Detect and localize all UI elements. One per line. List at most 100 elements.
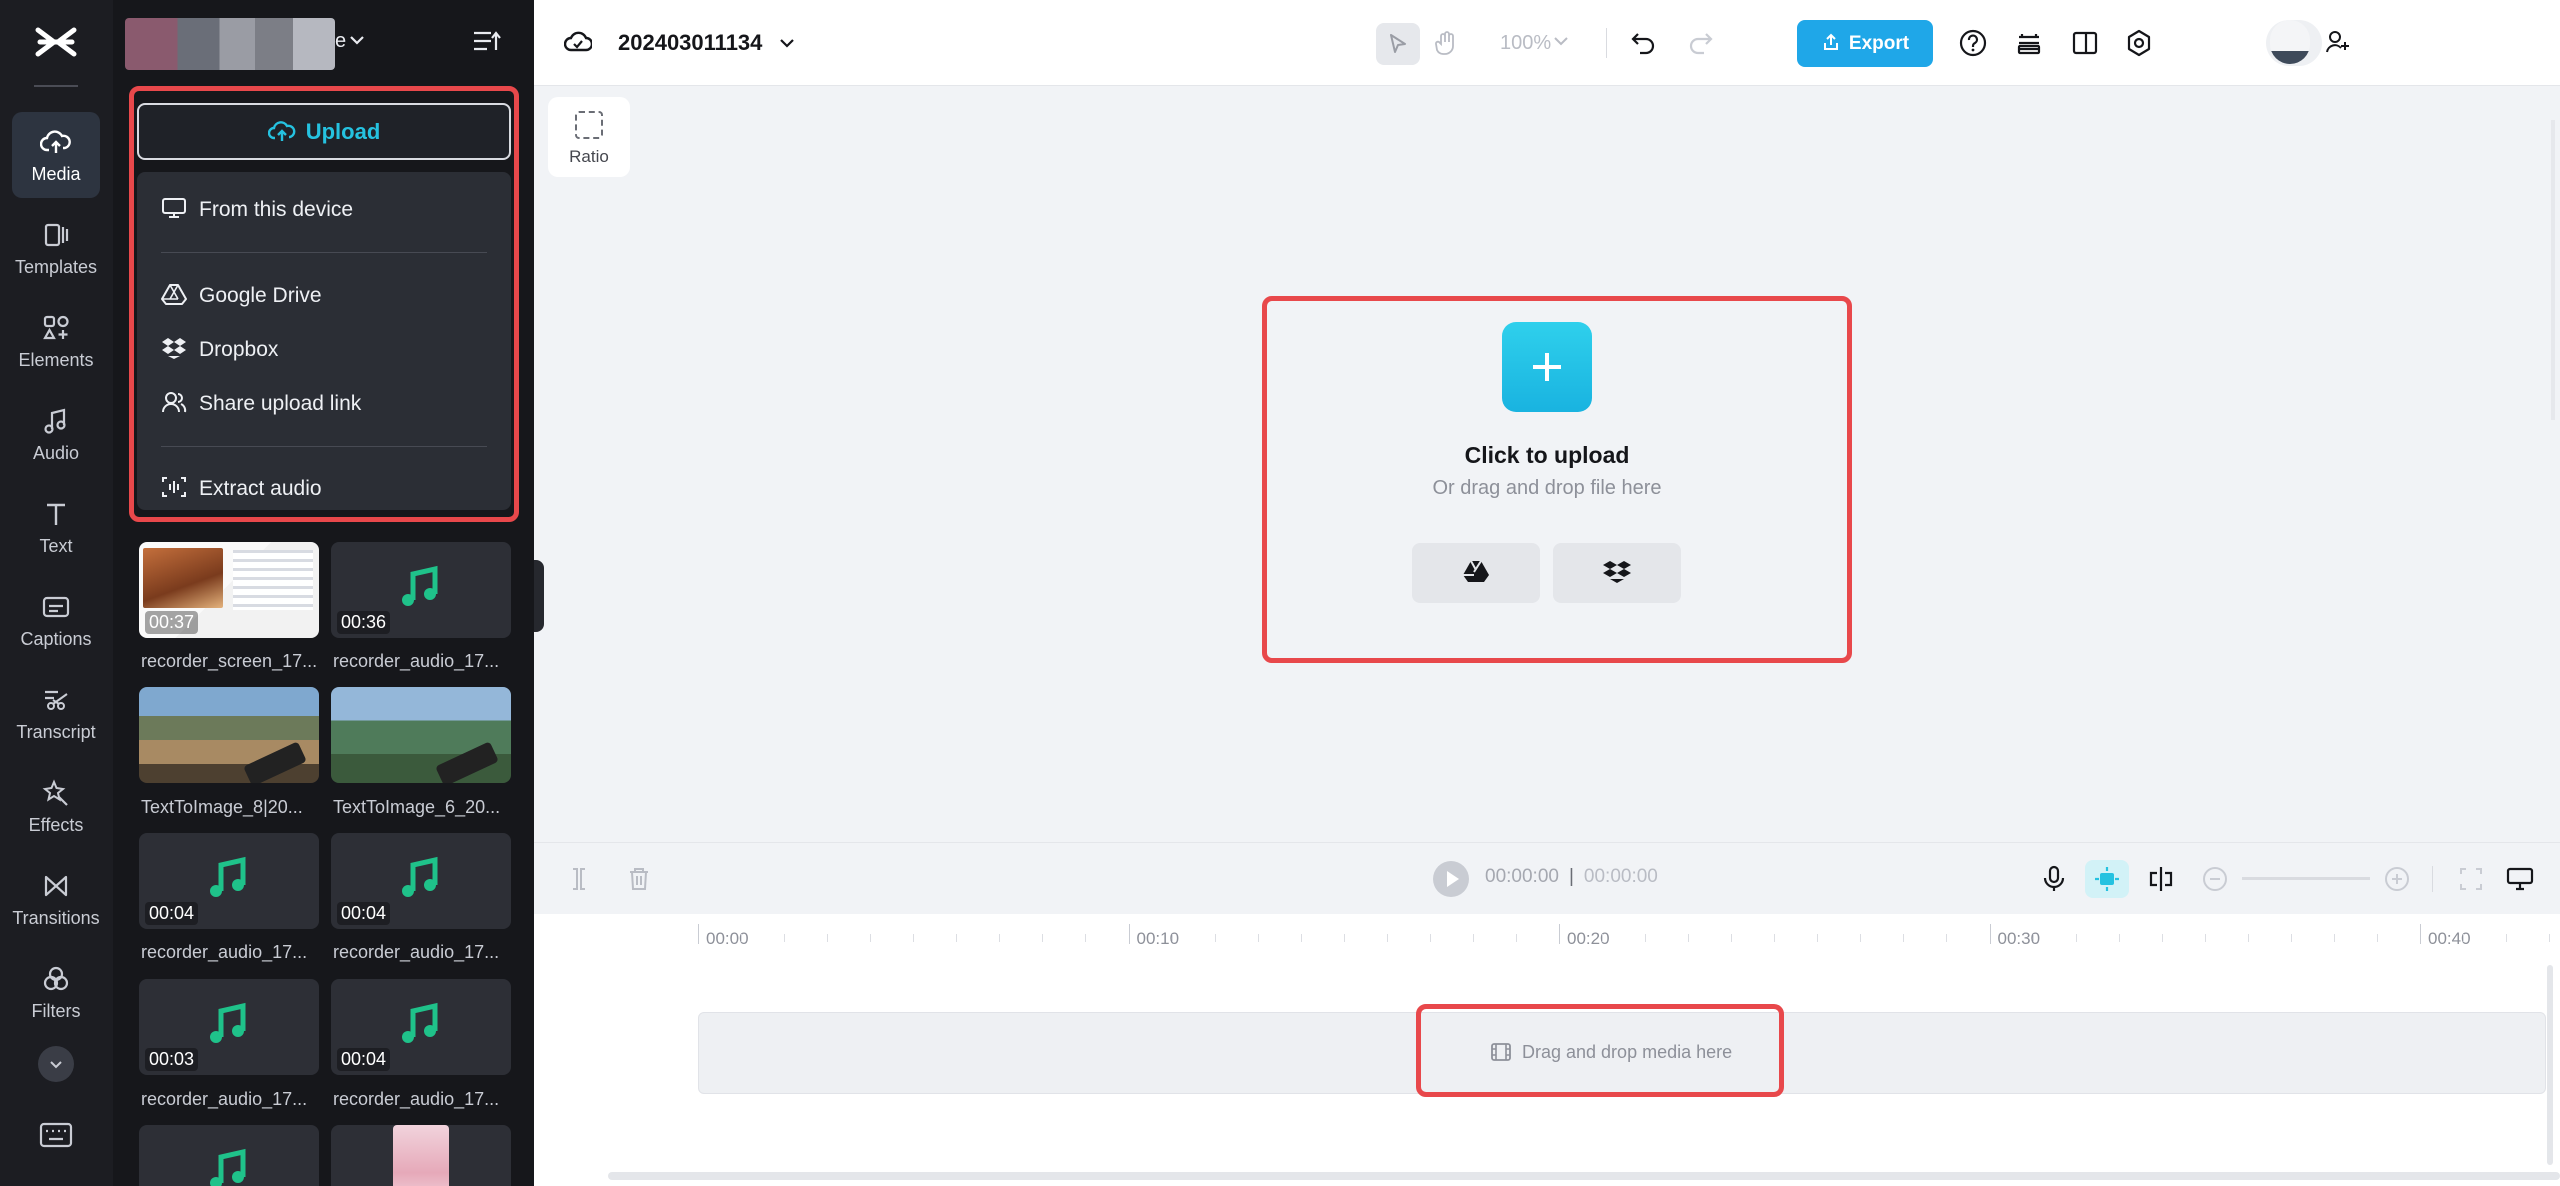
canvas-scrollbar[interactable] [2551, 120, 2555, 420]
playback-time: 00:00:00 | 00:00:00 [1485, 866, 1658, 888]
extract-audio-icon [162, 477, 186, 498]
magnet-snap-button[interactable] [2085, 860, 2129, 898]
sort-list-icon[interactable] [471, 28, 501, 54]
thumbnail-image [233, 550, 313, 610]
screen-present-icon[interactable] [2505, 864, 2535, 894]
music-note-icon [210, 1002, 246, 1043]
transcript-icon [45, 690, 68, 710]
upload-button[interactable]: Upload [137, 103, 511, 160]
magnet-icon [2095, 867, 2119, 891]
select-tool-button[interactable] [1376, 23, 1420, 65]
media-tile[interactable]: 00:04 [139, 833, 319, 929]
hand-pan-icon[interactable] [1432, 28, 1462, 58]
menu-item-google-drive[interactable]: Google Drive [161, 279, 322, 313]
menu-item-from-device[interactable]: From this device [161, 193, 353, 227]
timeline-vertical-scrollbar[interactable] [2547, 965, 2553, 1165]
cloud-upload-icon [267, 121, 296, 142]
rail-item-filters[interactable]: Filters [12, 949, 100, 1035]
thumbnail-image [393, 1125, 449, 1186]
add-user-icon[interactable] [2324, 28, 2352, 56]
rail-item-transitions[interactable]: Transitions [12, 856, 100, 942]
media-tile[interactable] [139, 687, 319, 783]
media-tile[interactable] [331, 687, 511, 783]
chevron-down-icon[interactable] [347, 30, 367, 50]
menu-item-extract-audio[interactable]: Extract audio [161, 472, 322, 506]
split-clip-icon[interactable] [2146, 864, 2176, 894]
project-title[interactable]: 202403011134 [618, 30, 762, 56]
rail-item-captions[interactable]: Captions [12, 577, 100, 663]
music-note-icon [44, 408, 66, 434]
media-tile[interactable]: 00:04 [331, 833, 511, 929]
rail-label: Audio [32, 443, 80, 463]
more-rail-button[interactable] [38, 1046, 74, 1082]
rail-item-audio[interactable]: Audio [12, 391, 100, 477]
split-icon[interactable] [564, 864, 594, 894]
rail-item-templates[interactable]: Templates [12, 205, 100, 291]
rail-label: Filters [31, 1001, 81, 1021]
gear-icon[interactable] [2124, 28, 2154, 58]
keyboard-icon[interactable] [38, 1120, 74, 1150]
avatar[interactable] [2270, 20, 2310, 64]
help-icon[interactable] [1958, 28, 1988, 58]
zoom-out-icon[interactable] [2200, 864, 2230, 894]
chevron-down-icon [50, 1061, 62, 1069]
ruler-tick [1989, 924, 1991, 944]
timeline-horizontal-scrollbar[interactable] [608, 1172, 2560, 1180]
rail-divider [34, 85, 78, 87]
click-to-upload-title[interactable]: Click to upload [1262, 442, 1832, 469]
play-button[interactable] [1433, 861, 1469, 897]
ruler-minor-tick [1645, 934, 1647, 942]
media-tile[interactable] [139, 1125, 319, 1186]
cloud-sync-icon[interactable] [564, 30, 592, 54]
plus-icon [1533, 353, 1561, 381]
zoom-level[interactable]: 100% [1500, 32, 1551, 55]
timeline-zoom-slider[interactable] [2242, 877, 2370, 880]
media-tile[interactable]: 00:37 [139, 542, 319, 638]
fit-to-screen-icon[interactable] [2456, 864, 2486, 894]
export-button[interactable]: Export [1797, 20, 1933, 67]
rail-label: Effects [28, 815, 84, 835]
ruler-tick [1128, 924, 1130, 944]
panel-collapse-handle[interactable] [534, 560, 544, 632]
templates-icon [44, 223, 69, 247]
capcut-logo-icon[interactable] [30, 22, 82, 68]
ruler-minor-tick [1429, 934, 1431, 942]
ruler-minor-tick [1731, 934, 1733, 942]
menu-item-share-upload-link[interactable]: Share upload link [161, 387, 361, 421]
ruler-minor-tick [2549, 934, 2551, 942]
add-media-button[interactable] [1502, 322, 1592, 412]
rail-item-transcript[interactable]: Transcript [12, 670, 100, 756]
rail-item-media[interactable]: Media [12, 112, 100, 198]
chevron-down-icon[interactable] [1550, 30, 1572, 52]
rail-item-elements[interactable]: Elements [12, 298, 100, 384]
trash-icon[interactable] [624, 864, 654, 894]
project-name-blurred[interactable] [125, 18, 335, 70]
media-tile[interactable]: 00:04 [331, 979, 511, 1075]
ruler-minor-tick [2376, 934, 2378, 942]
layout-panel-icon[interactable] [2070, 28, 2100, 58]
ruler-label: 00:40 [2428, 929, 2471, 948]
ruler-label: 00:20 [1567, 929, 1610, 948]
ruler-tick [2420, 924, 2421, 944]
media-tile[interactable] [331, 1125, 511, 1186]
media-tile[interactable]: 00:36 [331, 542, 511, 638]
undo-icon[interactable] [1628, 28, 1658, 58]
ruler-minor-tick [784, 934, 786, 942]
microphone-icon[interactable] [2039, 864, 2069, 894]
dropbox-button[interactable] [1553, 543, 1681, 603]
menu-item-label: Dropbox [199, 338, 279, 361]
menu-item-dropbox[interactable]: Dropbox [161, 333, 278, 367]
music-note-icon [210, 1148, 246, 1186]
media-tile[interactable]: 00:03 [139, 979, 319, 1075]
zoom-in-icon[interactable] [2382, 864, 2412, 894]
google-drive-button[interactable] [1412, 543, 1540, 603]
rail-item-text[interactable]: Text [12, 484, 100, 570]
redo-icon[interactable] [1686, 28, 1716, 58]
drop-hint-text: Drag and drop media here [1522, 1042, 1733, 1062]
text-icon [47, 503, 65, 525]
chevron-down-icon[interactable] [778, 34, 796, 52]
ratio-button[interactable]: Ratio [548, 97, 630, 177]
layers-icon[interactable] [2014, 28, 2044, 58]
ruler-minor-tick [741, 934, 743, 942]
rail-item-effects[interactable]: Effects [12, 763, 100, 849]
